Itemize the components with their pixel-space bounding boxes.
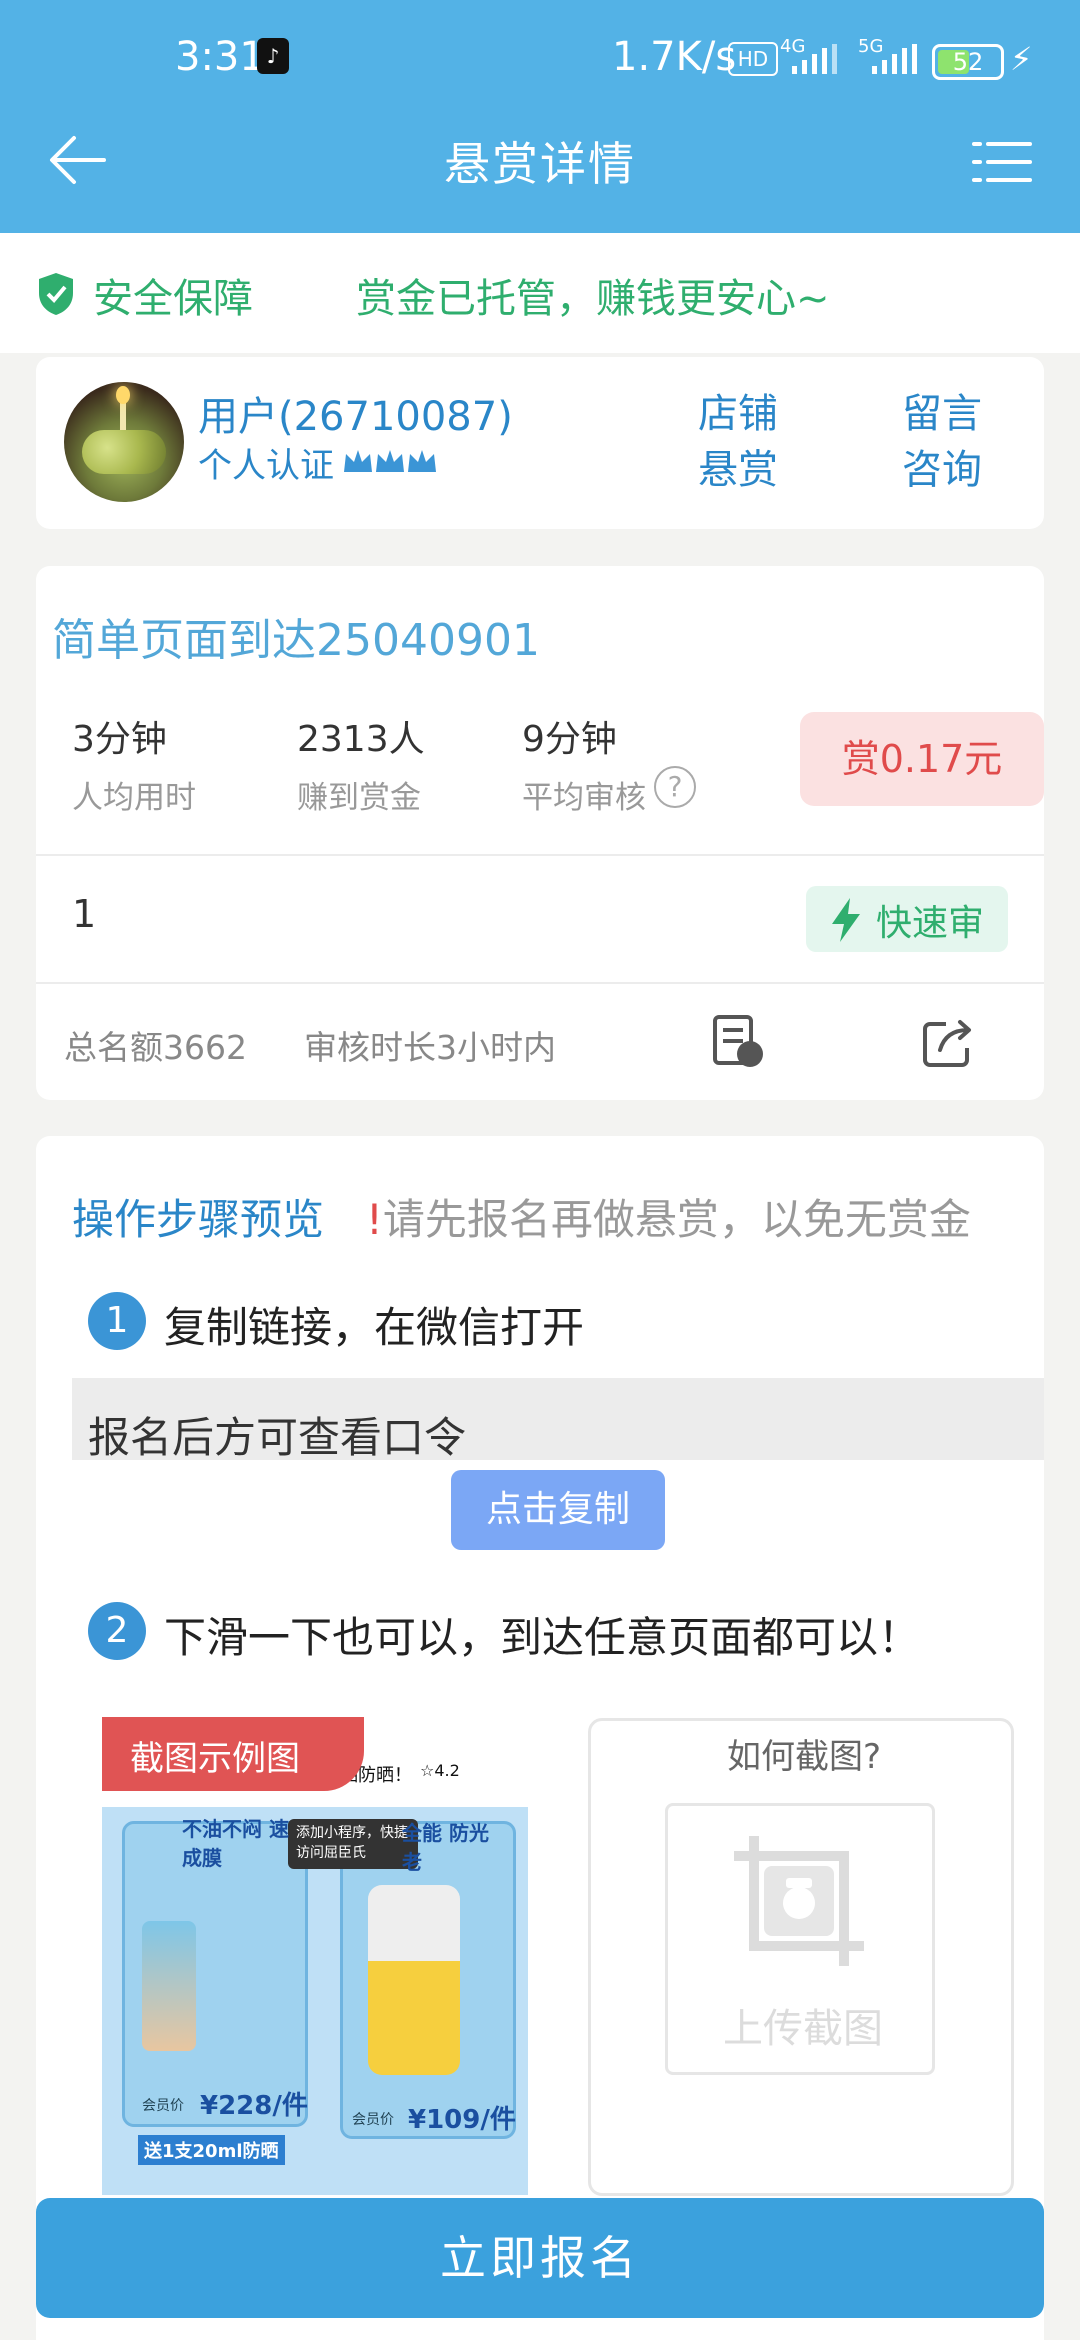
stat-review-value: 9分钟 (522, 719, 617, 760)
menu-list-icon (972, 142, 1032, 182)
share-icon[interactable] (922, 1018, 974, 1068)
divider (36, 854, 1044, 856)
step-2-text: 下滑一下也可以，到达任意页面都可以！ (164, 1613, 921, 1662)
avatar[interactable] (64, 382, 184, 502)
cert-label: 个人认证 (198, 446, 334, 486)
divider (36, 982, 1044, 984)
status-time: 3:31 (175, 34, 265, 80)
stat-earned-label: 赚到赏金 (297, 780, 421, 816)
fast-review-badge: 快速审 (806, 886, 1008, 952)
camera-crop-icon (734, 1836, 864, 1966)
store-rewards-button[interactable]: 店铺 悬赏 (690, 386, 786, 498)
store-rewards-line1: 店铺 (698, 391, 778, 437)
example-product-right (368, 1885, 460, 2075)
fast-review-label: 快速审 (876, 903, 985, 944)
signal-2-icon (872, 44, 924, 74)
hd-badge: HD (728, 42, 778, 76)
password-box: 报名后方可查看口令 (72, 1378, 1044, 1462)
safety-text: 赏金已托管，赚钱更安心~ (356, 276, 830, 322)
example-tag-label: 截图示例图 (130, 1739, 300, 1779)
warning-text: 请先报名再做悬赏，以免无赏金 (382, 1195, 971, 1244)
task-title: 简单页面到达25040901 (52, 615, 540, 666)
example-tip: 添加小程序，快捷访问屈臣氏 (288, 1819, 418, 1869)
battery-icon: 52 (932, 44, 1004, 80)
steps-title: 操作步骤预览 (72, 1195, 325, 1244)
document-icon[interactable] (712, 1014, 766, 1070)
reward-badge: 赏0.17元 (800, 712, 1044, 806)
stat-avg-time-label: 人均用时 (72, 780, 196, 816)
net-speed: 1.7K/s (612, 34, 737, 80)
help-icon[interactable]: ? (654, 766, 696, 808)
example-price-left: ¥228/件 (200, 2091, 308, 2121)
top-bar: 3:31 ♪ 1.7K/s HD 4G 5G 52 ⚡ 悬赏详情 (0, 0, 1080, 233)
example-screenshot[interactable]: 晒防晒！ ☆4.2 截图示例图 添加小程序，快捷访问屈臣氏 不油不闷 速成膜 全… (102, 1717, 528, 2195)
shield-check-icon (39, 273, 73, 315)
enroll-button[interactable]: 立即报名 (36, 2198, 1044, 2318)
lightning-icon (832, 898, 860, 942)
avatar-flame (116, 386, 130, 404)
step-1-text: 复制链接，在微信打开 (164, 1303, 585, 1352)
example-price-right: ¥109/件 (408, 2105, 516, 2135)
steps-warning: !请先报名再做悬赏，以免无赏金 (366, 1186, 971, 1247)
task-quantity: 1 (72, 892, 97, 936)
example-member-left: 会员价 (142, 2098, 184, 2114)
stat-review-label: 平均审核 (522, 780, 646, 816)
battery-level: 52 (952, 48, 984, 76)
avatar-candle (120, 400, 126, 430)
password-hint: 报名后方可查看口令 (88, 1413, 467, 1462)
publisher-name: 用户(26710087) (198, 394, 513, 440)
review-duration: 审核时长3小时内 (304, 1028, 556, 1067)
example-rating: ☆4.2 (420, 1761, 460, 1780)
message-consult-line2: 咨询 (902, 447, 982, 493)
how-to-screenshot-link[interactable]: 如何截图? (591, 1729, 1017, 1778)
example-right-badge: 全能 防光老 (402, 1821, 489, 1874)
step-2-number: 2 (88, 1602, 146, 1660)
message-consult-button[interactable]: 留言 咨询 (894, 386, 990, 498)
store-rewards-line2: 悬赏 (698, 447, 778, 493)
example-member-right: 会员价 (352, 2112, 394, 2128)
crown-badges-icon (344, 450, 436, 472)
stat-earned-value: 2313人 (297, 719, 425, 760)
example-promo: 送1支20ml防晒 (138, 2135, 285, 2165)
message-consult-line1: 留言 (902, 391, 982, 437)
charging-icon: ⚡ (1010, 40, 1033, 78)
copy-button[interactable]: 点击复制 (451, 1470, 665, 1550)
safety-banner: 安全保障 赏金已托管，赚钱更安心~ (0, 233, 1080, 353)
example-left-badge: 不油不闷 速成膜 (182, 1817, 289, 1870)
signal-1-icon (792, 44, 844, 74)
example-tag: 截图示例图 (102, 1717, 364, 1791)
tiktok-notification-icon: ♪ (257, 38, 289, 74)
upload-label: 上传截图 (723, 2006, 883, 2052)
warning-bang: ! (366, 1195, 383, 1244)
menu-button[interactable] (972, 140, 1032, 184)
stat-avg-time-value: 3分钟 (72, 719, 167, 760)
total-quota: 总名额3662 (64, 1028, 247, 1067)
avatar-cake (82, 430, 166, 474)
upload-screenshot-button[interactable]: 上传截图 (665, 1803, 935, 2075)
example-product-left (142, 1921, 196, 2051)
page-title: 悬赏详情 (444, 137, 636, 191)
publisher-card (36, 357, 1044, 529)
step-1-number: 1 (88, 1292, 146, 1350)
upload-box: 如何截图? 上传截图 (588, 1718, 1014, 2196)
safety-label: 安全保障 (93, 276, 253, 322)
